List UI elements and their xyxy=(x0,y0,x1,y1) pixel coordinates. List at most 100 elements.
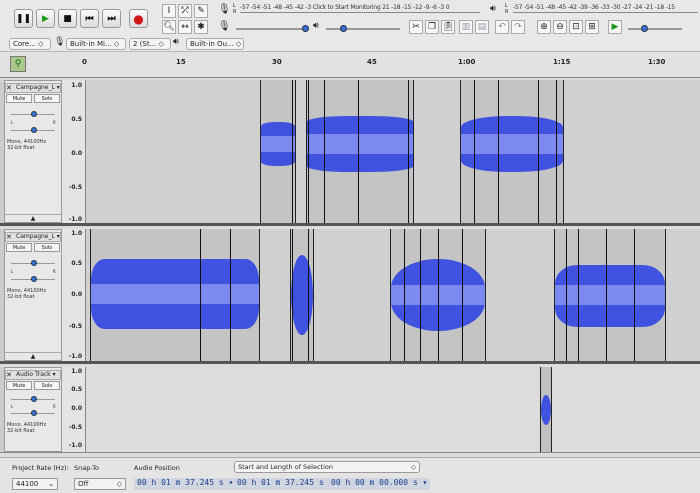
skip-to-end-button[interactable]: ⏭ xyxy=(102,9,121,28)
mute-button[interactable]: Mute xyxy=(6,94,32,103)
pan-knob[interactable] xyxy=(31,410,37,416)
audio-clip[interactable] xyxy=(554,229,666,361)
collapse-track-button[interactable]: ▲ xyxy=(5,214,61,222)
waveform-rms xyxy=(307,134,413,154)
clip-boundary xyxy=(308,229,309,361)
mute-button[interactable]: Mute xyxy=(6,381,32,390)
clip-boundary xyxy=(230,229,231,361)
redo-button[interactable]: ↷ xyxy=(511,20,525,34)
audio-clip[interactable] xyxy=(260,80,296,223)
ruler-tick: 1:30 xyxy=(648,58,666,66)
snap-to-select[interactable]: Off ◇ xyxy=(74,478,126,490)
draw-tool[interactable]: ✎ xyxy=(194,4,208,18)
close-track-icon[interactable]: ✕ xyxy=(6,233,12,241)
recording-channels-select[interactable]: 2 (St... ◇ xyxy=(129,38,171,50)
multi-tool[interactable]: ✱ xyxy=(194,20,208,34)
solo-button[interactable]: Solo xyxy=(34,243,60,252)
record-button[interactable]: ● xyxy=(129,9,148,28)
recording-device-select[interactable]: Built-in Mi... ◇ xyxy=(66,38,126,50)
zoom-tool[interactable]: 🔍︎ xyxy=(162,20,176,34)
audio-clip[interactable] xyxy=(460,80,564,223)
undo-button[interactable]: ↶ xyxy=(495,20,509,34)
mute-button[interactable]: Mute xyxy=(6,243,32,252)
gain-knob[interactable] xyxy=(31,111,37,117)
record-volume-slider[interactable] xyxy=(236,28,306,30)
clip-boundary xyxy=(498,80,499,223)
solo-button[interactable]: Solo xyxy=(34,94,60,103)
audio-clip[interactable] xyxy=(290,229,314,361)
silence-button[interactable]: ▤ xyxy=(475,20,489,34)
paste-icon: 📋︎ xyxy=(442,22,454,32)
snap-to-label: Snap-To xyxy=(74,464,99,472)
record-volume-knob[interactable] xyxy=(302,25,309,32)
audio-clip[interactable] xyxy=(90,229,260,361)
track-name-menu[interactable]: Campagne_L ▾ xyxy=(5,83,61,93)
record-meter[interactable]: -57 -54 -51 -48 -45 -42 -3 Click to Star… xyxy=(240,4,480,13)
vertical-scale[interactable]: 1.0 0.5 0.0 -0.5 -1.0 xyxy=(62,229,86,361)
skip-to-start-button[interactable]: ⏮ xyxy=(80,9,99,28)
clip-boundary xyxy=(420,229,421,361)
envelope-tool[interactable]: ⤱ xyxy=(178,4,192,18)
zoom-in-button[interactable]: ⊕ xyxy=(537,20,551,34)
multi-tool-icon: ✱ xyxy=(197,22,205,32)
cut-button[interactable]: ✂ xyxy=(409,20,423,34)
fit-project-button[interactable]: ⊞ xyxy=(585,20,599,34)
time-shift-tool[interactable]: ↔ xyxy=(178,20,192,34)
playback-volume-slider[interactable] xyxy=(326,28,400,30)
audio-clip[interactable] xyxy=(540,367,552,452)
stop-button[interactable]: ■ xyxy=(58,9,77,28)
project-rate-select[interactable]: 44100 ⌄ xyxy=(12,478,58,490)
play-icon: ▶ xyxy=(42,13,49,24)
selection-tool[interactable]: I xyxy=(162,4,176,18)
collapse-track-button[interactable]: ▲ xyxy=(5,352,61,360)
waveform-area[interactable] xyxy=(86,229,700,361)
playback-device-select[interactable]: Built-in Ou... ◇ xyxy=(186,38,244,50)
pause-button[interactable]: ❚❚ xyxy=(14,9,33,28)
pan-right-label: R xyxy=(53,120,56,125)
playback-meter[interactable]: -57 -54 -51 -48 -45 -42 -39 -36 -33 -30 … xyxy=(513,4,698,13)
audio-host-select[interactable]: Core... ◇ xyxy=(9,38,51,50)
pan-knob[interactable] xyxy=(31,276,37,282)
pin-icon[interactable]: ⚲ xyxy=(10,56,26,72)
ruler-tick: 0 xyxy=(82,58,87,66)
solo-button[interactable]: Solo xyxy=(34,381,60,390)
fit-selection-button[interactable]: ⊡ xyxy=(569,20,583,34)
selection-length-field[interactable]: 00 h 00 m 00.000 s ▾ xyxy=(328,478,431,490)
play-button[interactable]: ▶ xyxy=(36,9,55,28)
play-speed-slider[interactable] xyxy=(628,28,682,30)
clip-boundary xyxy=(556,80,557,223)
close-track-icon[interactable]: ✕ xyxy=(6,84,12,92)
playback-volume-knob[interactable] xyxy=(340,25,347,32)
pan-left-label: L xyxy=(11,404,14,409)
waveform xyxy=(291,255,313,335)
close-track-icon[interactable]: ✕ xyxy=(6,371,12,379)
copy-button[interactable]: ❐ xyxy=(425,20,439,34)
selection-mode-select[interactable]: Start and Length of Selection ◇ xyxy=(234,461,420,473)
audio-position-field[interactable]: 00 h 01 m 37.245 s ▾ xyxy=(134,478,237,490)
track-name-menu[interactable]: Audio Track ▾ xyxy=(5,370,61,380)
pan-left-label: L xyxy=(11,120,14,125)
paste-button[interactable]: 📋︎ xyxy=(441,20,455,34)
vertical-scale[interactable]: 1.0 0.5 0.0 -0.5 -1.0 xyxy=(62,367,86,452)
audio-track[interactable]: Audio Track ▾ ✕ Mute Solo L R Mono, 4410… xyxy=(0,367,700,453)
timeline-ruler[interactable]: ⚲ 0 15 30 45 1:00 1:15 1:30 xyxy=(0,52,700,78)
clip-boundary xyxy=(358,80,359,223)
selection-start-field[interactable]: 00 h 01 m 37.245 s ▾ xyxy=(234,478,337,490)
vertical-scale[interactable]: 1.0 0.5 0.0 -0.5 -1.0 xyxy=(62,80,86,223)
trim-button[interactable]: ▥ xyxy=(459,20,473,34)
zoom-out-button[interactable]: ⊖ xyxy=(553,20,567,34)
audio-track[interactable]: Campagne_L ▾ ✕ Mute Solo L R Mono, 44100… xyxy=(0,229,700,364)
track-name-menu[interactable]: Campagne_L ▾ xyxy=(5,232,61,242)
pan-knob[interactable] xyxy=(31,127,37,133)
track-control-panel: Campagne_L ▾ ✕ Mute Solo L R Mono, 44100… xyxy=(4,229,62,361)
audio-track[interactable]: Campagne_L ▾ ✕ Mute Solo L R Mono, 44100… xyxy=(0,80,700,226)
clip-boundary xyxy=(438,229,439,361)
clip-boundary xyxy=(578,229,579,361)
gain-knob[interactable] xyxy=(31,396,37,402)
waveform-area[interactable] xyxy=(86,367,700,452)
waveform-area[interactable] xyxy=(86,80,700,223)
gain-knob[interactable] xyxy=(31,260,37,266)
play-at-speed-button[interactable]: ▶ xyxy=(608,20,622,34)
play-speed-knob[interactable] xyxy=(641,25,648,32)
audio-clip[interactable] xyxy=(306,80,414,223)
